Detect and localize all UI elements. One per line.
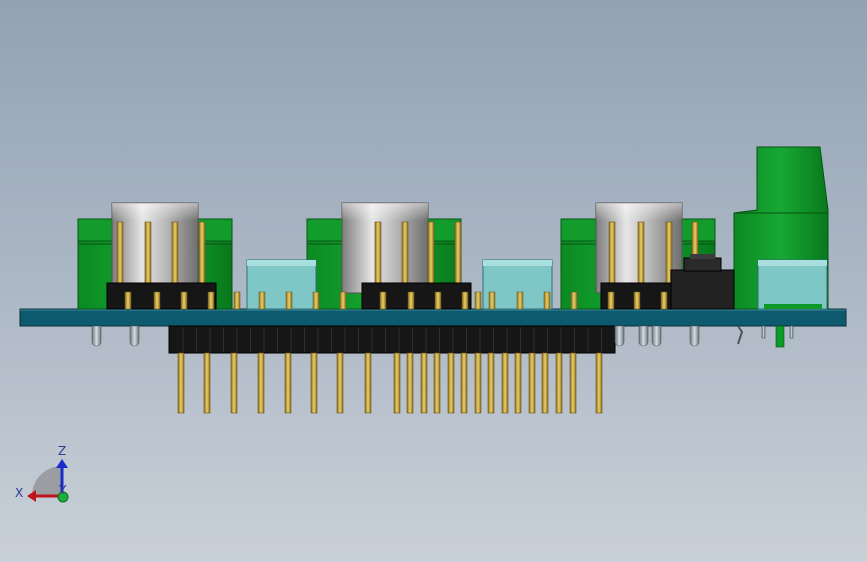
header-pin [230,352,238,414]
stub-pin [407,291,415,310]
stub-pin [660,291,668,310]
stub-pin [607,291,615,310]
stub-pin [379,291,387,310]
header-pin [336,352,344,414]
header-pin [433,352,441,414]
header-pin [284,352,292,414]
green-lead [775,325,785,348]
x-label: X [15,486,23,500]
header-pin [474,352,482,414]
stub-pin [516,291,524,310]
triad-arc [32,466,62,496]
header-top-1[interactable] [106,282,217,310]
stub-pin [543,291,551,310]
stub-pin [633,291,641,310]
stub-pin [207,291,215,310]
orientation-triad: Z X Y [15,444,69,503]
header-pin [406,352,414,414]
z-label: Z [58,444,66,458]
header-pin [555,352,563,414]
header-pin [203,352,211,414]
stub-pin [570,291,578,310]
header-top-2[interactable] [361,282,472,310]
teal-connector-3[interactable] [757,259,828,310]
metal-can-1[interactable] [111,202,199,294]
header-pin [460,352,468,414]
header-pin [393,352,401,414]
header-pins [177,352,603,414]
header-pin [501,352,509,414]
stub-pin [180,291,188,310]
header-pin [177,352,185,414]
header-pin [487,352,495,414]
header-pin [528,352,536,414]
header-pin [310,352,318,414]
pcb-board[interactable] [19,308,847,327]
y-label: Y [58,483,67,497]
stub-pin [258,291,266,310]
stub-pin [285,291,293,310]
header-pin [420,352,428,414]
stub-pin [434,291,442,310]
can-pins [116,221,699,285]
header-pin [447,352,455,414]
metal-can-2[interactable] [341,202,429,294]
stub-pin [474,291,482,310]
stub-pin [233,291,241,310]
stub-pin [153,291,161,310]
cad-viewport[interactable]: Z X Y [0,0,867,562]
header-pin [595,352,603,414]
pin-header[interactable] [168,325,616,354]
stub-pin [312,291,320,310]
header-pin [514,352,522,414]
stub-pin [488,291,496,310]
header-pin [541,352,549,414]
stub-pin [461,291,469,310]
x-arrowhead [27,490,36,502]
teal-connector-1[interactable] [246,259,317,310]
stub-pin [339,291,347,310]
header-pin [364,352,372,414]
z-arrowhead [56,459,68,468]
stub-pin [124,291,132,310]
header-pin [257,352,265,414]
header-pin [569,352,577,414]
bent-lead [737,325,744,345]
